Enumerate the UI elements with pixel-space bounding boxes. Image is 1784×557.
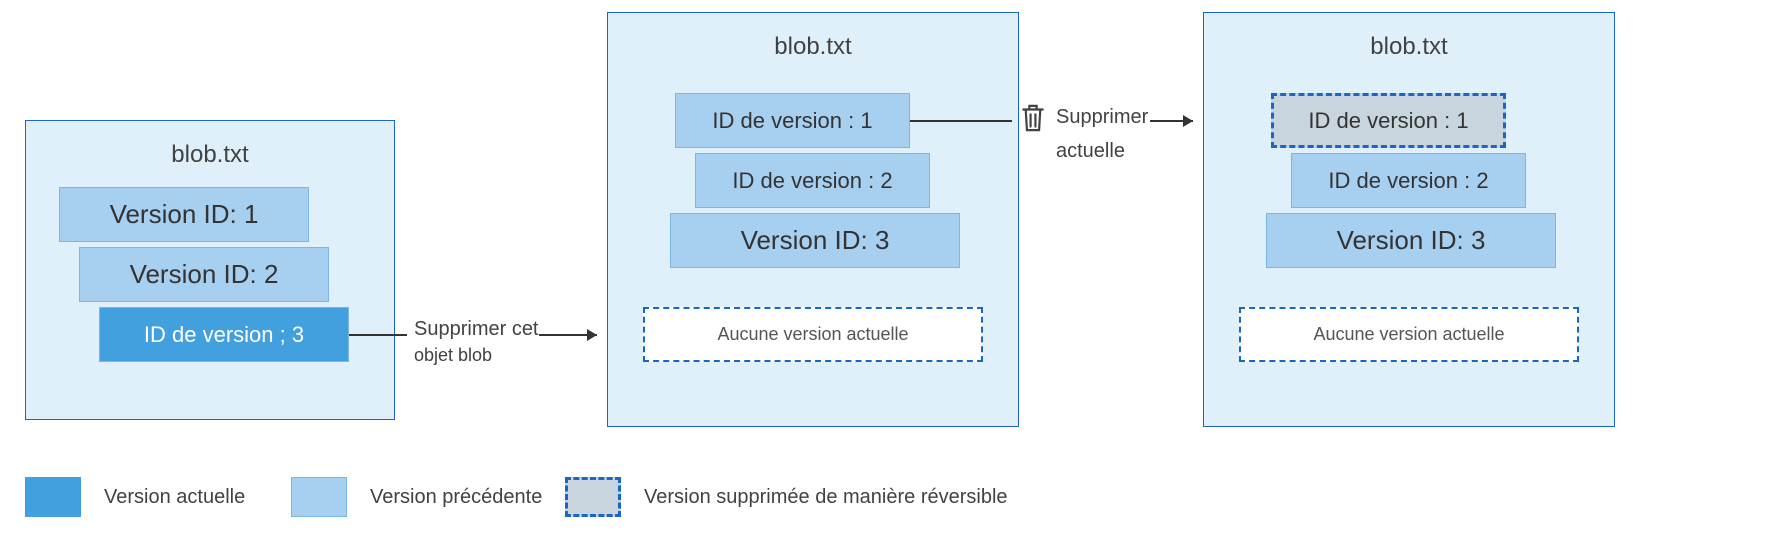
version-card-right-1-softdeleted: ID de version : 1 — [1271, 93, 1506, 148]
legend-label-current: Version actuelle — [104, 486, 245, 509]
version-card-right-2: ID de version : 2 — [1291, 153, 1526, 208]
no-current-mid: Aucune version actuelle — [643, 307, 983, 362]
legend-label-previous: Version précédente — [370, 486, 542, 509]
version-card-left-2: Version ID: 2 — [79, 247, 329, 302]
legend-label-soft-deleted: Version supprimée de manière réversible — [644, 486, 1008, 509]
version-card-mid-3: Version ID: 3 — [670, 213, 960, 268]
action-label-delete-blob-line1: Supprimer cet — [414, 318, 539, 341]
legend-swatch-current — [25, 477, 81, 517]
action-label-delete-blob-line2: objet blob — [414, 345, 492, 366]
legend-swatch-previous — [291, 477, 347, 517]
diagram-canvas: blob.txt Version ID: 1 Version ID: 2 ID … — [0, 0, 1784, 557]
no-current-right: Aucune version actuelle — [1239, 307, 1579, 362]
trash-icon — [1018, 101, 1048, 140]
version-card-mid-2: ID de version : 2 — [695, 153, 930, 208]
blob-title-right: blob.txt — [1204, 33, 1614, 61]
action-label-delete-current-line1: Supprimer — [1056, 106, 1148, 129]
version-card-left-3-current: ID de version ; 3 — [99, 307, 349, 362]
version-card-mid-1: ID de version : 1 — [675, 93, 910, 148]
version-card-right-3: Version ID: 3 — [1266, 213, 1556, 268]
legend-swatch-soft-deleted — [565, 477, 621, 517]
blob-title-mid: blob.txt — [608, 33, 1018, 61]
version-card-left-1: Version ID: 1 — [59, 187, 309, 242]
action-label-delete-current-line2: actuelle — [1056, 140, 1125, 163]
blob-title-left: blob.txt — [26, 141, 394, 169]
